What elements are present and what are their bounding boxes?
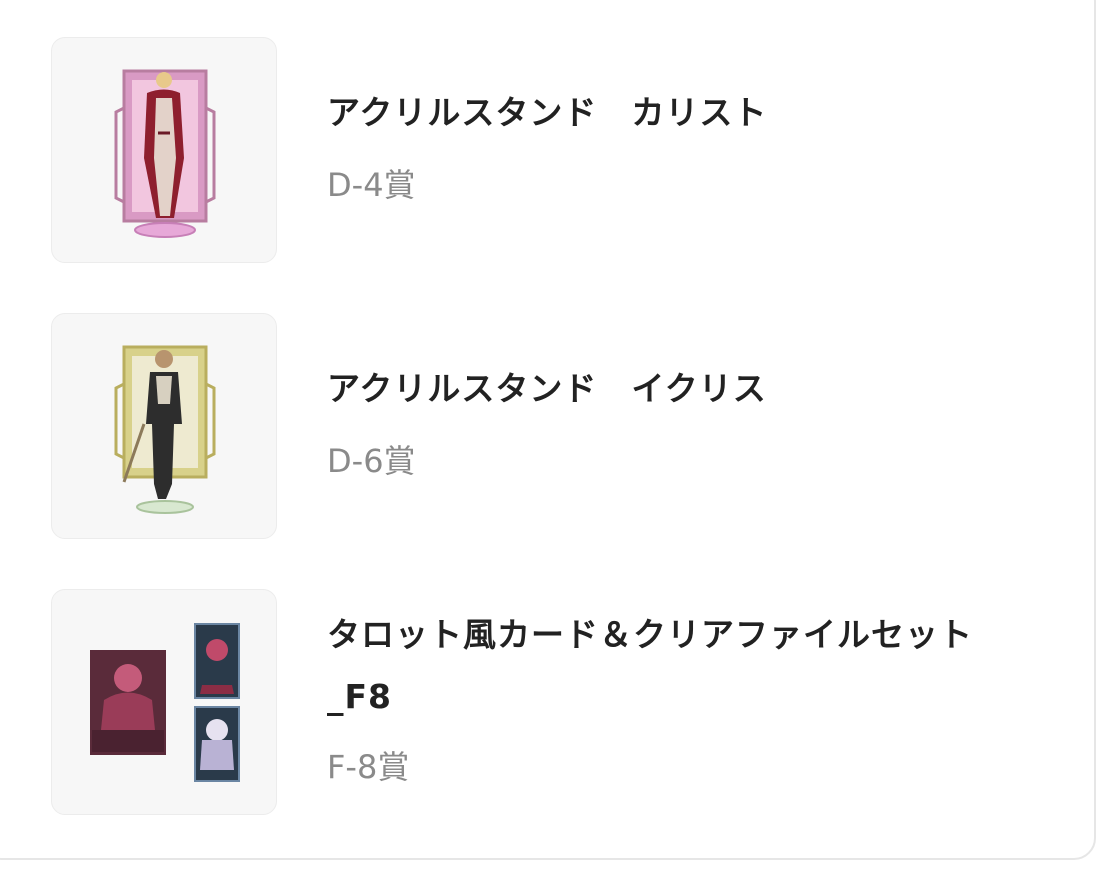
item-title: アクリルスタンド カリスト bbox=[327, 93, 768, 132]
product-thumbnail[interactable] bbox=[51, 37, 277, 263]
product-thumbnail[interactable] bbox=[51, 313, 277, 539]
tarot-card-clearfile-set-image bbox=[90, 623, 240, 782]
list-item[interactable]: アクリルスタンド イクリス D-6賞 bbox=[0, 313, 1099, 543]
prize-rank: F-8賞 bbox=[327, 748, 410, 786]
acrylic-stand-ikuris-image bbox=[114, 345, 216, 514]
item-title-line1: タロット風カード＆クリアファイルセット bbox=[327, 615, 973, 654]
prize-rank: D-6賞 bbox=[327, 442, 416, 480]
item-title: アクリルスタンド イクリス bbox=[327, 369, 767, 408]
list-item[interactable]: アクリルスタンド カリスト D-4賞 bbox=[0, 37, 1099, 267]
acrylic-stand-callisto-image bbox=[114, 69, 216, 238]
product-thumbnail[interactable] bbox=[51, 589, 277, 815]
prize-rank: D-4賞 bbox=[327, 166, 416, 204]
item-title-line2: _F8 bbox=[327, 677, 393, 716]
list-item[interactable]: タロット風カード＆クリアファイルセット _F8 F-8賞 bbox=[0, 589, 1099, 819]
